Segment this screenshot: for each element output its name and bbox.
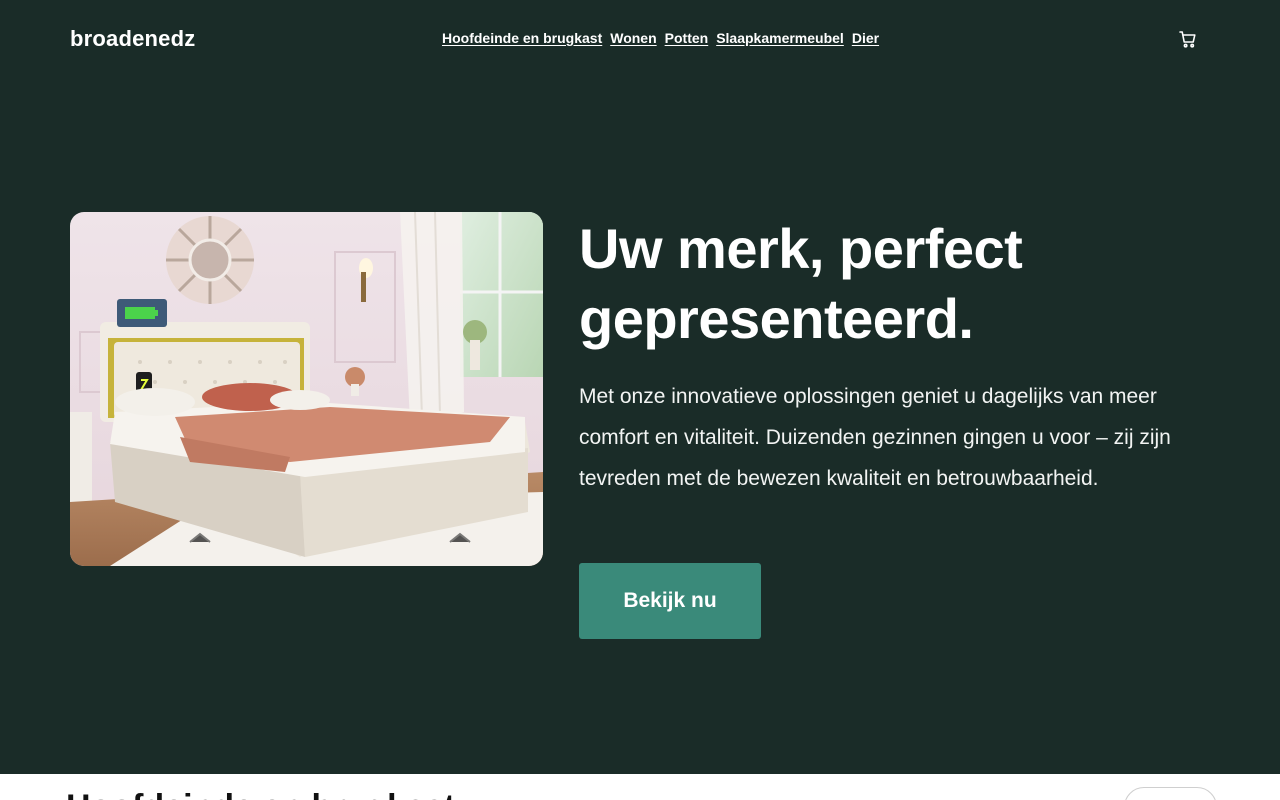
nav-link-slaapkamermeubel[interactable]: Slaapkamermeubel [716,30,844,46]
nav-link-wonen[interactable]: Wonen [610,30,656,46]
next-section: Hoofdeinde en brugkast [0,774,1280,800]
nav-link-dier[interactable]: Dier [852,30,879,46]
nav-link-hoofdeinde[interactable]: Hoofdeinde en brugkast [442,30,602,46]
brand-logo[interactable]: broadenedz [70,26,195,52]
cart-icon[interactable] [1177,28,1199,50]
hero-image [70,212,543,566]
nav-link-potten[interactable]: Potten [665,30,709,46]
shop-now-button[interactable]: Bekijk nu [579,563,761,639]
main-nav: Hoofdeinde en brugkast Wonen Potten Slaa… [442,30,879,46]
hero-description: Met onze innovatieve oplossingen geniet … [579,385,1171,490]
site-header: broadenedz Hoofdeinde en brugkast Wonen … [0,0,1280,78]
section-view-all-button[interactable] [1124,787,1217,800]
section-title: Hoofdeinde en brugkast [66,788,455,800]
hero-title: Uw merk, perfect gepresenteerd. [579,217,1023,350]
